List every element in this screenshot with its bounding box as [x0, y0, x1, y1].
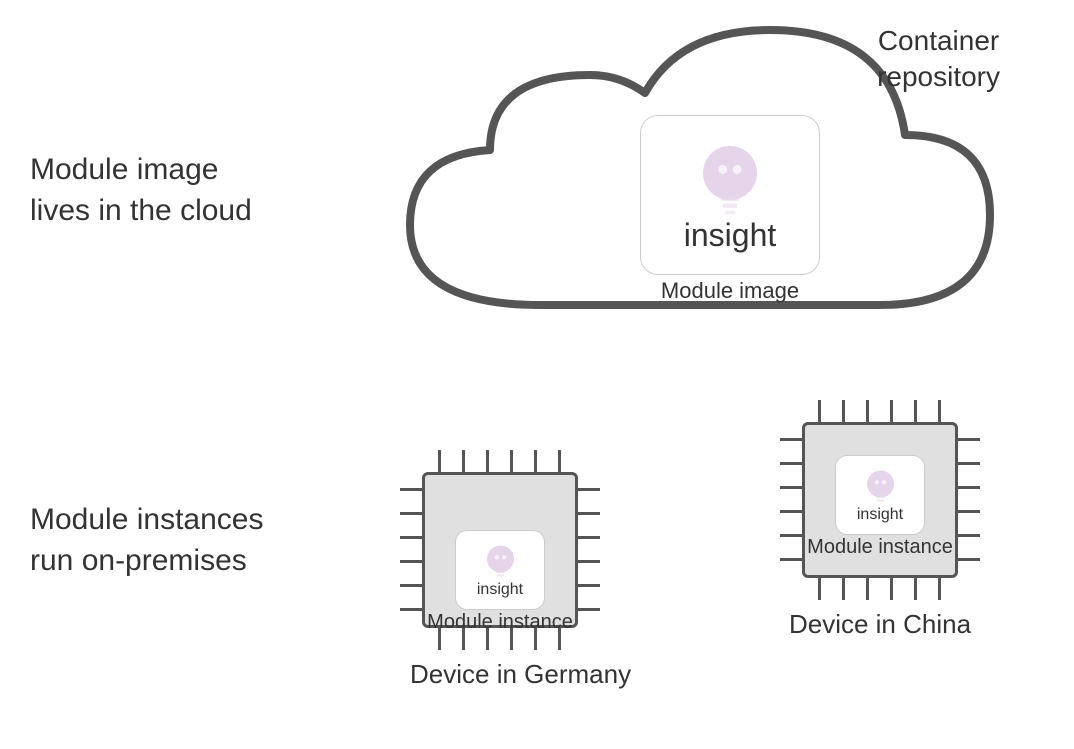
module-instance-card: insight Module instance	[835, 455, 925, 535]
module-instance-label: insight	[477, 581, 523, 599]
lightbulb-icon	[685, 137, 775, 227]
module-image-label: insight	[684, 217, 777, 254]
device-caption: Device in Germany	[410, 659, 610, 690]
label-module-image-cloud: Module imagelives in the cloud	[30, 150, 252, 231]
chip-icon: insight Module instance	[780, 400, 980, 600]
module-image-card: insight Module image	[640, 115, 820, 275]
label-module-instances-onprem: Module instancesrun on-premises	[30, 500, 263, 581]
chip-icon: insight Module instance	[400, 450, 600, 650]
cloud-title: Containerrepository	[877, 23, 1000, 96]
lightbulb-icon	[858, 466, 903, 511]
module-instance-sublabel: Module instance	[427, 611, 573, 634]
module-instance-label: insight	[857, 506, 903, 524]
module-instance-sublabel: Module instance	[807, 536, 953, 559]
device-chip-germany: insight Module instance Device in German…	[400, 450, 600, 650]
device-chip-china: insight Module instance Device in China	[780, 400, 980, 600]
lightbulb-icon	[478, 541, 523, 586]
device-caption: Device in China	[780, 609, 980, 640]
module-image-sublabel: Module image	[661, 278, 799, 304]
module-instance-card: insight Module instance	[455, 530, 545, 610]
